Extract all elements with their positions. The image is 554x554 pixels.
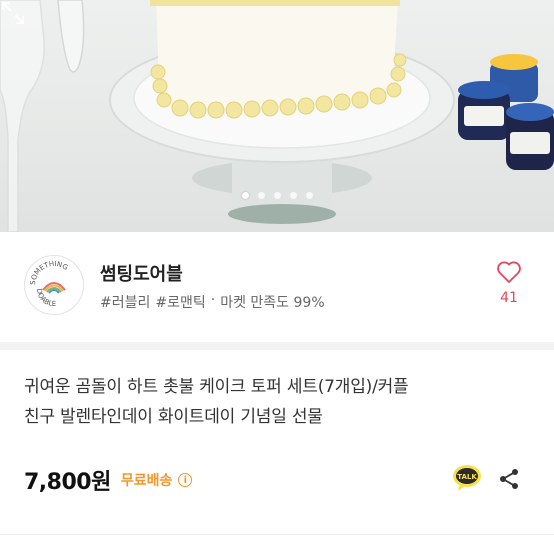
meta-separator: · [210, 292, 216, 308]
talk-chat-button[interactable]: TALK [452, 464, 482, 492]
heart-icon [497, 261, 521, 283]
expand-icon[interactable] [0, 0, 26, 26]
seller-tag[interactable]: #러블리 [100, 292, 150, 312]
seller-avatar[interactable]: SOMETHING DOABLE [24, 255, 84, 315]
carousel-indicator [0, 192, 554, 204]
talk-label: TALK [457, 473, 477, 481]
like-button[interactable]: 41 [492, 260, 526, 306]
seller-section: SOMETHING DOABLE 썸팅도어블 #러블리 #로맨틱 · 마켓 만족… [0, 232, 554, 342]
carousel-dot[interactable] [257, 192, 265, 199]
carousel-dot[interactable] [305, 192, 313, 199]
seller-tag[interactable]: #로맨틱 [155, 292, 205, 312]
share-icon[interactable] [498, 468, 520, 490]
product-title: 귀여운 곰돌이 하트 촛불 케이크 토퍼 세트(7개입)/커플 친구 발렌타인데… [24, 372, 534, 432]
seller-name[interactable]: 썸팅도어블 [100, 260, 183, 286]
carousel-dot[interactable] [273, 192, 281, 199]
seller-meta: #러블리 #로맨틱 · 마켓 만족도 99% [100, 292, 325, 312]
product-image[interactable] [0, 0, 554, 232]
bottom-divider [0, 534, 554, 535]
market-satisfaction: 마켓 만족도 99% [220, 295, 325, 311]
section-divider [0, 342, 554, 350]
carousel-dot[interactable] [289, 192, 297, 199]
product-price: 7,800원 [24, 470, 111, 495]
like-count: 41 [500, 290, 518, 306]
shipping-badge: 무료배송 [120, 473, 173, 489]
seller-logo: SOMETHING DOABLE [27, 258, 81, 312]
product-title-line: 친구 발렌타인데이 화이트데이 기념일 선물 [24, 407, 323, 427]
carousel-dot-active[interactable] [241, 192, 249, 199]
product-title-line: 귀여운 곰돌이 하트 촛불 케이크 토퍼 세트(7개입)/커플 [24, 377, 409, 397]
info-icon[interactable]: i [178, 473, 193, 487]
price-row: 7,800원 무료배송 i [24, 462, 193, 498]
